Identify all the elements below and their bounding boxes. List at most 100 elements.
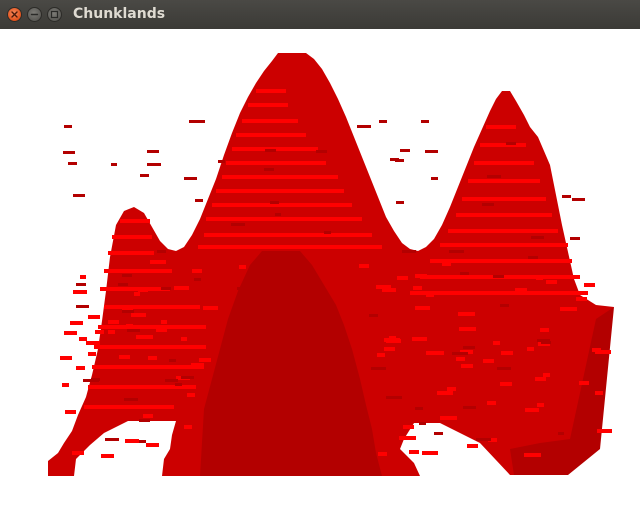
window-title: Chunklands (73, 6, 166, 22)
block-top (108, 320, 119, 324)
block-shade (487, 175, 501, 178)
block-shade (140, 174, 149, 177)
block-top (415, 274, 427, 278)
block-top (156, 328, 167, 332)
block-top (378, 452, 387, 456)
block-top (377, 353, 385, 357)
block-shade (184, 177, 197, 180)
block-top (535, 377, 546, 381)
block-shade (452, 352, 468, 355)
block-shade (231, 223, 245, 226)
title-bar[interactable]: Chunklands (0, 0, 640, 30)
block-top (199, 358, 211, 362)
block-top (459, 327, 476, 331)
block-shade (292, 350, 306, 353)
block-shade (421, 120, 429, 123)
block-shade (118, 283, 128, 286)
block-shade (396, 201, 404, 204)
close-button[interactable] (7, 7, 22, 22)
block-top (108, 330, 115, 334)
block-top (62, 383, 69, 387)
block-shade (76, 283, 86, 286)
block-shade (264, 168, 274, 171)
block-top (65, 410, 76, 414)
block-shade (218, 160, 225, 163)
block-top (422, 451, 438, 455)
block-shade (369, 314, 378, 317)
block-shade (357, 125, 371, 128)
block-top (382, 288, 396, 292)
block-step (198, 245, 382, 249)
maximize-button[interactable] (47, 7, 62, 22)
block-top (192, 269, 202, 273)
block-shade (139, 440, 146, 443)
block-shade (175, 383, 182, 386)
block-step (448, 229, 558, 233)
block-shade (500, 304, 509, 307)
block-top (525, 408, 539, 412)
block-step (94, 345, 206, 349)
minimize-icon (30, 13, 39, 16)
block-top (501, 351, 513, 355)
block-step (256, 89, 286, 93)
block-top (131, 313, 146, 317)
block-top (576, 297, 587, 301)
block-top (88, 352, 96, 356)
block-shade (64, 125, 72, 128)
block-shade (434, 432, 443, 435)
block-shade (303, 358, 312, 361)
block-shade (194, 278, 201, 281)
block-top (146, 443, 159, 447)
block-shade (105, 438, 119, 441)
block-shade (562, 195, 571, 198)
block-step (92, 365, 204, 369)
block-step (204, 233, 372, 237)
block-top (389, 336, 396, 340)
block-shade (324, 231, 331, 234)
block-shade (415, 407, 423, 410)
block-shade (91, 378, 100, 381)
block-step (480, 143, 526, 147)
minimize-button[interactable] (27, 7, 42, 22)
block-shade (237, 287, 244, 290)
voxel-terrain (48, 53, 614, 476)
block-shade (537, 339, 550, 342)
block-top (174, 286, 189, 290)
block-shade (493, 275, 504, 278)
block-shade (181, 376, 194, 379)
block-shade (588, 444, 597, 447)
block-shade (386, 396, 402, 399)
block-step (226, 161, 326, 165)
app-window: Chunklands (0, 0, 640, 508)
block-top (527, 347, 534, 351)
block-shade (265, 149, 276, 152)
block-top (94, 385, 104, 389)
block-top (64, 331, 77, 335)
block-shade (292, 416, 304, 419)
block-top (203, 306, 218, 310)
block-shade (570, 237, 580, 240)
block-shade (122, 274, 132, 277)
block-top (483, 359, 494, 363)
block-top (458, 312, 475, 316)
block-top (80, 275, 86, 279)
block-top (440, 416, 457, 420)
block-step (410, 291, 588, 295)
block-top (426, 293, 434, 297)
block-shade (402, 250, 416, 253)
block-top (134, 292, 140, 296)
block-top (359, 264, 369, 268)
block-shade (400, 149, 410, 152)
block-top (86, 341, 100, 345)
block-top (70, 321, 83, 325)
block-top (184, 425, 192, 429)
block-shade (506, 142, 516, 145)
game-viewport[interactable] (0, 29, 640, 508)
block-top (467, 444, 478, 448)
block-shade (76, 305, 89, 308)
block-top (560, 307, 577, 311)
block-shade (157, 250, 166, 253)
block-step (430, 259, 572, 263)
block-top (412, 337, 427, 341)
block-step (98, 325, 206, 329)
